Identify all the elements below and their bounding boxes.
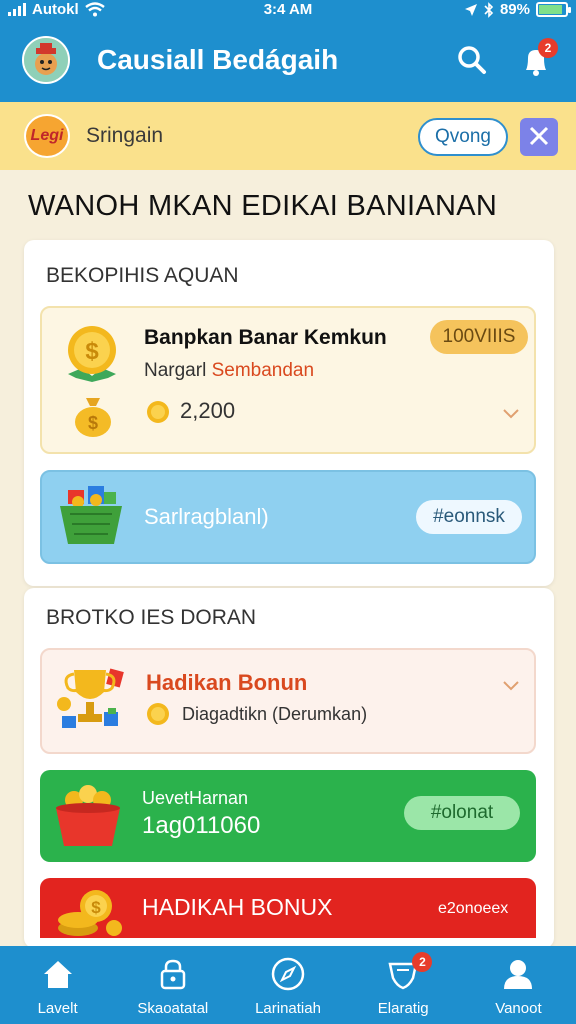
- chevron-down-icon[interactable]: [502, 676, 520, 694]
- promo-action-button[interactable]: Qvong: [418, 118, 508, 156]
- promo-logo: Legi: [24, 114, 70, 158]
- promo-banner: Legi Sringain Qvong: [0, 102, 576, 170]
- green-card-value: 1ag011060: [142, 812, 261, 839]
- notifications-button[interactable]: 2: [514, 38, 558, 82]
- green-card-button[interactable]: #olonat: [404, 796, 520, 830]
- battery-icon: [536, 2, 571, 17]
- search-button[interactable]: [452, 40, 492, 80]
- gold-coins-icon: $: [58, 890, 122, 936]
- status-bar: Autokl 3:4 AM 89%: [0, 0, 576, 22]
- avatar-character-icon: [24, 38, 68, 82]
- nav-label: Skaoatatal: [137, 1000, 209, 1017]
- red-card-label: HADIKAH BONUX: [142, 894, 333, 920]
- bonus-panel: BROTKO IES DORAN Hadikan Bonun Diagadtik…: [24, 588, 554, 948]
- page-heading: WANOH MKAN EDIKAI BANIANAN: [28, 190, 498, 222]
- blue-card-button[interactable]: #eonnsk: [416, 500, 522, 534]
- app-header: Causiall Bedágaih 2: [0, 22, 576, 102]
- trophy-card-title: Hadikan Bonun: [146, 670, 308, 695]
- green-card[interactable]: UevetHarnan 1ag011060 #olonat: [40, 770, 536, 862]
- nav-label: Elaratig: [377, 1000, 429, 1017]
- bluetooth-icon: [484, 1, 494, 18]
- search-icon: [458, 46, 486, 74]
- coin-icon: [147, 703, 169, 725]
- profile-icon: [504, 960, 533, 989]
- close-icon: [529, 126, 549, 146]
- notification-badge: 2: [538, 38, 558, 58]
- reward-subtitle-prefix: Nargarl: [144, 360, 207, 381]
- rewards-panel: BEKOPIHIS AQUAN $ $ Banpkan Banar Kemkun…: [24, 240, 554, 586]
- nav-badge: 2: [412, 952, 433, 972]
- bottom-nav: Lavelt Skaoatatal Larinatiah 2 Elaratig …: [0, 946, 576, 1024]
- trophy-icon: [57, 668, 124, 728]
- svg-text:$: $: [91, 898, 101, 917]
- nav-item-profile[interactable]: Vanoot: [461, 946, 576, 1024]
- reward-badge: 100VIIIS: [430, 320, 528, 354]
- location-arrow-icon: [464, 3, 477, 16]
- reward-subtitle: Nargarl Sembandan: [144, 360, 314, 382]
- compass-icon: [271, 957, 305, 991]
- svg-text:$: $: [88, 413, 98, 433]
- red-card-value: e2onoeex: [438, 900, 509, 917]
- app-title: Causiall Bedágaih: [97, 44, 339, 75]
- reward-card-title: Banpkan Banar Kemkun: [144, 326, 387, 349]
- nav-label: Vanoot: [495, 1000, 542, 1017]
- nav-item-shield[interactable]: 2 Elaratig: [346, 946, 461, 1024]
- chevron-down-icon[interactable]: [502, 404, 520, 422]
- nav-item-lock[interactable]: Skaoatatal: [115, 946, 230, 1024]
- reward-card[interactable]: $ $ Banpkan Banar Kemkun 100VIIIS Nargar…: [40, 306, 536, 454]
- section-title: BEKOPIHIS AQUAN: [46, 264, 239, 287]
- coin-icon: [147, 401, 169, 423]
- reward-coin-amount: 2,200: [180, 398, 236, 423]
- coin-bag-icon: $: [75, 398, 111, 437]
- trophy-card-subtitle: Diagadtikn (Derumkan): [182, 704, 368, 724]
- blue-action-card[interactable]: Sarlragblanl) #eonnsk: [40, 470, 536, 564]
- coin-ribbon-icon: $: [68, 326, 116, 382]
- trophy-card[interactable]: Hadikan Bonun Diagadtikn (Derumkan): [40, 648, 536, 754]
- gift-basket-icon: [60, 486, 122, 544]
- avatar[interactable]: [22, 36, 70, 84]
- status-right: 89%: [464, 1, 571, 18]
- coin-bucket-icon: [56, 785, 120, 846]
- battery-percent: 89%: [499, 1, 530, 18]
- nav-label: Larinatiah: [255, 1000, 321, 1017]
- nav-item-home[interactable]: Lavelt: [0, 946, 115, 1024]
- green-card-label: UevetHarnan: [142, 788, 249, 808]
- lock-icon: [160, 959, 186, 990]
- home-icon: [43, 961, 72, 988]
- battery-fill: [539, 5, 563, 14]
- promo-text: Sringain: [86, 124, 164, 147]
- section-title: BROTKO IES DORAN: [46, 606, 257, 629]
- svg-text:$: $: [85, 338, 99, 365]
- blue-card-label: Sarlragblanl): [144, 504, 269, 529]
- red-bonus-card[interactable]: $ HADIKAH BONUX e2onoeex: [40, 878, 536, 938]
- nav-label: Lavelt: [37, 1000, 78, 1017]
- nav-item-compass[interactable]: Larinatiah: [230, 946, 345, 1024]
- reward-subtitle-highlight: Sembandan: [211, 360, 315, 381]
- promo-close-button[interactable]: [520, 118, 558, 156]
